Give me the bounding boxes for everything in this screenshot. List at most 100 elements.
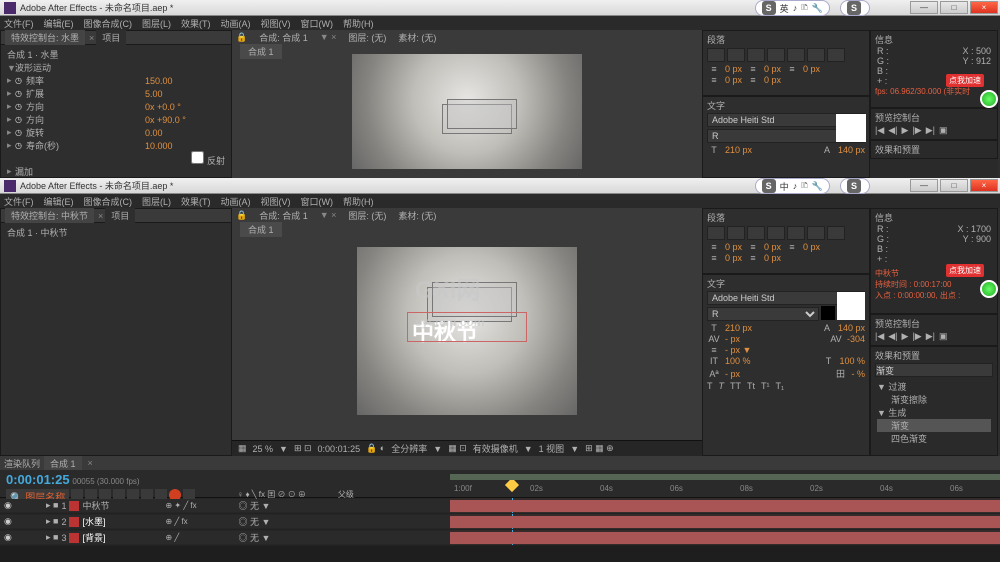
- menu-window[interactable]: 窗口(W): [301, 195, 334, 208]
- minimize-button[interactable]: —: [910, 1, 938, 14]
- prop-value[interactable]: 10.000: [145, 141, 225, 151]
- layer-name[interactable]: [水墨]: [82, 515, 162, 528]
- justify-right-button[interactable]: [807, 226, 825, 240]
- close-button[interactable]: ×: [970, 1, 998, 14]
- align-right-button[interactable]: [747, 226, 765, 240]
- justify-center-button[interactable]: [787, 226, 805, 240]
- ime-tool-icon[interactable]: ♪: [793, 181, 798, 191]
- current-timecode[interactable]: 0:00:01:25: [6, 472, 70, 487]
- menu-composition[interactable]: 图像合成(C): [84, 17, 133, 30]
- play-button[interactable]: ▶: [902, 125, 909, 136]
- leading-value[interactable]: 140 px: [838, 145, 865, 155]
- menu-file[interactable]: 文件(F): [4, 195, 34, 208]
- ime-lang[interactable]: 中: [780, 180, 789, 193]
- justify-left-button[interactable]: [767, 48, 785, 62]
- justify-left-button[interactable]: [767, 226, 785, 240]
- ime-bar-2[interactable]: S 中 ♪ 🗈 🔧: [755, 178, 830, 194]
- prop-value[interactable]: 5.00: [145, 89, 225, 99]
- last-frame-button[interactable]: ▶|: [926, 331, 935, 342]
- menu-edit[interactable]: 编辑(E): [44, 17, 74, 30]
- resolution-select[interactable]: 全分辨率: [391, 442, 427, 455]
- tab-comp[interactable]: 合成 1: [44, 456, 82, 471]
- tab-composition[interactable]: 合成: 合成 1: [259, 209, 308, 222]
- ram-preview-button[interactable]: ▣: [939, 125, 948, 136]
- italic-button[interactable]: T: [719, 381, 725, 391]
- tab-project[interactable]: 项目: [105, 208, 135, 223]
- menu-edit[interactable]: 编辑(E): [44, 195, 74, 208]
- prop-value[interactable]: 0x +0.0 °: [145, 102, 225, 112]
- tab-effect-controls[interactable]: 特效控制台: 水墨: [5, 30, 85, 45]
- ram-preview-button[interactable]: ▣: [939, 331, 948, 342]
- menu-help[interactable]: 帮助(H): [343, 17, 374, 30]
- tab-effect-controls[interactable]: 特效控制台: 中秋节: [5, 208, 94, 223]
- font-style-select[interactable]: R: [707, 307, 819, 321]
- notification-tag[interactable]: 点我加速: [946, 264, 984, 277]
- play-button[interactable]: ▶: [902, 331, 909, 342]
- menu-layer[interactable]: 图层(L): [142, 195, 171, 208]
- allcaps-button[interactable]: TT: [730, 381, 741, 391]
- menu-effect[interactable]: 效果(T): [181, 17, 211, 30]
- menu-window[interactable]: 窗口(W): [301, 17, 334, 30]
- justify-right-button[interactable]: [807, 48, 825, 62]
- stopwatch-icon[interactable]: ◷: [15, 89, 22, 98]
- subscript-button[interactable]: T₁: [776, 381, 785, 391]
- menu-animation[interactable]: 动画(A): [221, 195, 251, 208]
- align-center-button[interactable]: [727, 226, 745, 240]
- time-ruler[interactable]: 1:00f 02s 04s 06s 08s 02s 04s 06s: [450, 470, 1000, 497]
- time-indicator-head[interactable]: [505, 478, 519, 492]
- tab-layer[interactable]: 图层: (无): [348, 31, 386, 44]
- layer-color-chip[interactable]: [69, 533, 79, 543]
- prop-value[interactable]: 0.00: [145, 128, 225, 138]
- tab-project[interactable]: 项目: [96, 30, 126, 45]
- text-bounding-box[interactable]: [407, 312, 527, 342]
- smallcaps-button[interactable]: Tt: [747, 381, 755, 391]
- layer-row[interactable]: ◉ ▸ ■2 [水墨] ⊕ ╱ fx ◎ 无 ▼: [0, 514, 1000, 530]
- menu-view[interactable]: 视图(V): [261, 17, 291, 30]
- first-frame-button[interactable]: |◀: [875, 331, 884, 342]
- tab-layer[interactable]: 图层: (无): [348, 209, 386, 222]
- stopwatch-icon[interactable]: ◷: [15, 76, 22, 85]
- justify-all-button[interactable]: [827, 226, 845, 240]
- align-center-button[interactable]: [727, 48, 745, 62]
- tree-folder[interactable]: ▼ 过渡: [877, 380, 991, 393]
- ime-tool-icon[interactable]: 🗈: [801, 0, 808, 16]
- work-area-bar[interactable]: [450, 474, 1000, 480]
- layer-row[interactable]: ◉ ▸ ■1 中秋节 ⊕ ✦ ╱ fx ◎ 无 ▼: [0, 498, 1000, 514]
- prev-frame-button[interactable]: ◀|: [888, 125, 897, 136]
- disclosure-icon[interactable]: ▸: [7, 166, 15, 177]
- stopwatch-icon[interactable]: ◷: [15, 115, 22, 124]
- close-button[interactable]: ×: [970, 179, 998, 192]
- align-left-button[interactable]: [707, 48, 725, 62]
- comp-canvas[interactable]: [352, 54, 582, 169]
- ime-tool-icon[interactable]: 🗈: [801, 178, 808, 194]
- maximize-button[interactable]: □: [940, 1, 968, 14]
- last-frame-button[interactable]: ▶|: [926, 125, 935, 136]
- stopwatch-icon[interactable]: ◷: [15, 141, 22, 150]
- comp-flowchart-tab[interactable]: 合成 1: [240, 44, 282, 59]
- align-right-button[interactable]: [747, 48, 765, 62]
- first-frame-button[interactable]: |◀: [875, 125, 884, 136]
- comp-flowchart-tab[interactable]: 合成 1: [240, 222, 282, 237]
- menu-file[interactable]: 文件(F): [4, 17, 34, 30]
- justify-center-button[interactable]: [787, 48, 805, 62]
- menu-effect[interactable]: 效果(T): [181, 195, 211, 208]
- layer-color-chip[interactable]: [69, 517, 79, 527]
- close-icon[interactable]: ×: [89, 33, 94, 43]
- ime-chip[interactable]: S: [840, 0, 870, 16]
- layer-name[interactable]: 中秋节: [82, 499, 162, 512]
- visibility-toggle[interactable]: ◉: [4, 532, 16, 544]
- justify-all-button[interactable]: [827, 48, 845, 62]
- menu-help[interactable]: 帮助(H): [343, 195, 374, 208]
- prev-frame-button[interactable]: ◀|: [888, 331, 897, 342]
- tab-composition[interactable]: 合成: 合成 1: [259, 31, 308, 44]
- ime-tool-icon[interactable]: 🔧: [812, 181, 823, 192]
- menu-composition[interactable]: 图像合成(C): [84, 195, 133, 208]
- prop-value[interactable]: 0x +90.0 °: [145, 115, 225, 125]
- tree-folder[interactable]: ▼ 生成: [877, 406, 991, 419]
- menu-animation[interactable]: 动画(A): [221, 17, 251, 30]
- tab-render-queue[interactable]: 渲染队列: [4, 457, 40, 470]
- ime-bar-1[interactable]: S 英 ♪ 🗈 🔧: [755, 0, 830, 16]
- ime-tool-icon[interactable]: ♪: [793, 3, 798, 13]
- visibility-toggle[interactable]: ◉: [4, 500, 16, 512]
- camera-select[interactable]: 有效摄像机: [473, 442, 518, 455]
